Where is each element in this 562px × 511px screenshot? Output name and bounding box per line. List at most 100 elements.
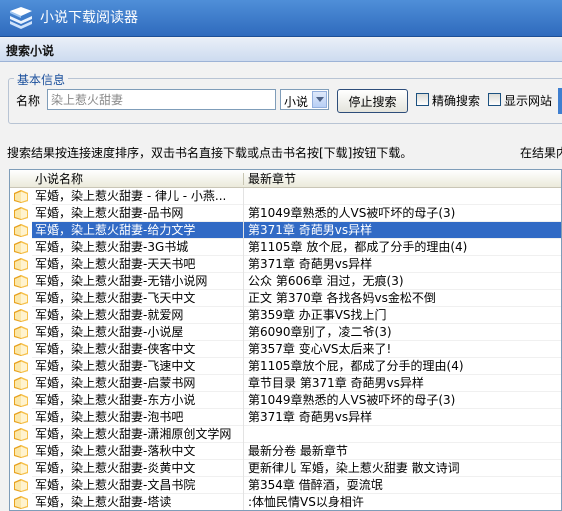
row-chapter: 第371章 奇葩男vs异样 [248, 410, 373, 424]
stop-search-button[interactable]: 停止搜索 [337, 89, 408, 113]
row-chapter: 第357章 变心VS太后来了! [248, 342, 392, 356]
table-row[interactable]: 军婚，染上惹火甜妻-文昌书院 第354章 借醉酒，耍流氓 [10, 477, 561, 494]
type-select-value: 小说 [284, 95, 309, 109]
book-icon [13, 275, 29, 288]
row-chapter: 章节目录 第371章 奇葩男vs异样 [248, 376, 424, 390]
table-row[interactable]: 军婚，染上惹火甜妻-就爱网 第359章 办正事VS找上门 [10, 307, 561, 324]
row-chapter: 公众 第606章 泪过，无痕(3) [248, 274, 404, 288]
row-name[interactable]: 军婚，染上惹火甜妻-给力文学 [35, 223, 241, 238]
row-name[interactable]: 军婚，染上惹火甜妻-飞速中文 [35, 359, 241, 374]
table-row[interactable]: 军婚，染上惹火甜妻-炎黄中文 更新律儿 军婚，染上惹火甜妻 散文诗词 [10, 460, 561, 477]
row-name[interactable]: 军婚，染上惹火甜妻-启蒙书网 [35, 376, 241, 391]
row-name[interactable]: 军婚，染上惹火甜妻-飞天中文 [35, 291, 241, 306]
app-title: 小说下载阅读器 [40, 10, 138, 26]
row-name[interactable]: 军婚，染上惹火甜妻-品书网 [35, 206, 241, 221]
show-site-label: 显示网站 [504, 94, 553, 108]
row-name[interactable]: 军婚，染上惹火甜妻-炎黄中文 [35, 461, 241, 476]
row-chapter: 第371章 奇葩男vs异样 [248, 223, 373, 237]
exact-search-label: 精确搜索 [432, 94, 481, 108]
name-input[interactable] [47, 89, 276, 110]
column-header-chapter[interactable]: 最新章节 [248, 172, 296, 186]
row-name[interactable]: 军婚，染上惹火甜妻-无错小说网 [35, 274, 241, 289]
results-list[interactable]: 小说名称 最新章节 军婚，染上惹火甜妻 - 律儿 - 小燕... 军婚，染上惹火甜… [9, 169, 562, 511]
list-header: 小说名称 最新章节 [10, 170, 561, 188]
column-line [243, 477, 244, 494]
row-name[interactable]: 军婚，染上惹火甜妻-泡书吧 [35, 410, 241, 425]
column-line [243, 256, 244, 273]
book-icon [13, 241, 29, 254]
row-chapter: 第1105章放个屁，都成了分手的理由(4) [248, 359, 464, 373]
book-icon [13, 360, 29, 373]
row-name[interactable]: 军婚，染上惹火甜妻 - 律儿 - 小燕... [35, 189, 241, 204]
show-site-checkbox[interactable] [488, 93, 501, 106]
row-name[interactable]: 军婚，染上惹火甜妻-天天书吧 [35, 257, 241, 272]
chevron-down-icon [316, 97, 324, 102]
row-name[interactable]: 军婚，染上惹火甜妻-塔读 [35, 495, 241, 510]
row-chapter: 更新律儿 军婚，染上惹火甜妻 散文诗词 [248, 461, 460, 475]
table-row[interactable]: 军婚，染上惹火甜妻-启蒙书网 章节目录 第371章 奇葩男vs异样 [10, 375, 561, 392]
partial-button-edge[interactable] [558, 88, 562, 114]
book-icon [13, 428, 29, 441]
table-row[interactable]: 军婚，染上惹火甜妻-飞天中文 正文 第370章 各找各妈vs金松不倒 [10, 290, 561, 307]
row-name[interactable]: 军婚，染上惹火甜妻-就爱网 [35, 308, 241, 323]
table-row[interactable]: 军婚，染上惹火甜妻-侠客中文 第357章 变心VS太后来了! [10, 341, 561, 358]
row-chapter: 第1049章熟悉的人VS被吓坏的母子(3) [248, 206, 456, 220]
book-icon [13, 411, 29, 424]
dropdown-arrow-button[interactable] [312, 91, 327, 108]
column-line [243, 375, 244, 392]
book-icon [13, 309, 29, 322]
row-name[interactable]: 军婚，染上惹火甜妻-3G书城 [35, 240, 241, 255]
table-row[interactable]: 军婚，染上惹火甜妻-潇湘原创文学网 [10, 426, 561, 443]
table-row-selected[interactable]: 军婚，染上惹火甜妻-给力文学 第371章 奇葩男vs异样 [10, 222, 561, 239]
table-row[interactable]: 军婚，染上惹火甜妻-品书网 第1049章熟悉的人VS被吓坏的母子(3) [10, 205, 561, 222]
list-rows: 军婚，染上惹火甜妻 - 律儿 - 小燕... 军婚，染上惹火甜妻-品书网 第1049… [10, 188, 561, 510]
table-row[interactable]: 军婚，染上惹火甜妻-小说屋 第6090章别了，凌二爷(3) [10, 324, 561, 341]
row-name[interactable]: 军婚，染上惹火甜妻-小说屋 [35, 325, 241, 340]
column-line [243, 358, 244, 375]
table-row[interactable]: 军婚，染上惹火甜妻 - 律儿 - 小燕... [10, 188, 561, 205]
row-name[interactable]: 军婚，染上惹火甜妻-潇湘原创文学网 [35, 427, 241, 442]
row-chapter: 第359章 办正事VS找上门 [248, 308, 387, 322]
exact-search-checkbox[interactable] [416, 93, 429, 106]
row-chapter: 最新分卷 最新章节 [248, 444, 348, 458]
column-line [243, 205, 244, 222]
section-title: 搜索小说 [6, 44, 55, 58]
table-row[interactable]: 军婚，染上惹火甜妻-塔读:体恤民情VS以身相许 [10, 494, 561, 510]
row-name[interactable]: 军婚，染上惹火甜妻-东方小说 [35, 393, 241, 408]
table-row[interactable]: 军婚，染上惹火甜妻-落秋中文 最新分卷 最新章节 [10, 443, 561, 460]
column-line [243, 273, 244, 290]
column-divider[interactable] [243, 173, 244, 185]
table-row[interactable]: 军婚，染上惹火甜妻-无错小说网 公众 第606章 泪过，无痕(3) [10, 273, 561, 290]
row-chapter: 第371章 奇葩男vs异样 [248, 257, 373, 271]
section-header: 搜索小说 [0, 38, 562, 62]
name-label: 名称 [16, 94, 41, 108]
table-row[interactable]: 军婚，染上惹火甜妻-泡书吧 第371章 奇葩男vs异样 [10, 409, 561, 426]
column-line [243, 392, 244, 409]
type-select[interactable]: 小说 [280, 89, 329, 110]
column-header-name[interactable]: 小说名称 [35, 172, 83, 186]
book-icon [13, 326, 29, 339]
book-icon [13, 207, 29, 220]
table-row[interactable]: 军婚，染上惹火甜妻-飞速中文 第1105章放个屁，都成了分手的理由(4) [10, 358, 561, 375]
column-line [243, 239, 244, 256]
column-line [243, 307, 244, 324]
column-line [243, 443, 244, 460]
column-line [243, 290, 244, 307]
row-name[interactable]: 军婚，染上惹火甜妻-落秋中文 [35, 444, 241, 459]
column-line [243, 341, 244, 358]
book-icon [13, 445, 29, 458]
row-name[interactable]: 军婚，染上惹火甜妻-文昌书院 [35, 478, 241, 493]
info-text: 搜索结果按连接速度排序，双击书名直接下载或点击书名按[下载]按钮下载。 [7, 146, 413, 160]
row-name[interactable]: 军婚，染上惹火甜妻-侠客中文 [35, 342, 241, 357]
book-icon [13, 377, 29, 390]
book-icon [13, 258, 29, 271]
table-row[interactable]: 军婚，染上惹火甜妻-天天书吧 第371章 奇葩男vs异样 [10, 256, 561, 273]
table-row[interactable]: 军婚，染上惹火甜妻-东方小说 第1049章熟悉的人VS被吓坏的母子(3) [10, 392, 561, 409]
filter-within-label: 在结果内 [520, 146, 562, 160]
row-chapter: 正文 第370章 各找各妈vs金松不倒 [248, 291, 436, 305]
book-icon [13, 343, 29, 356]
book-icon [13, 292, 29, 305]
book-icon [13, 224, 29, 237]
book-icon [13, 462, 29, 475]
table-row[interactable]: 军婚，染上惹火甜妻-3G书城 第1105章 放个屁，都成了分手的理由(4) [10, 239, 561, 256]
